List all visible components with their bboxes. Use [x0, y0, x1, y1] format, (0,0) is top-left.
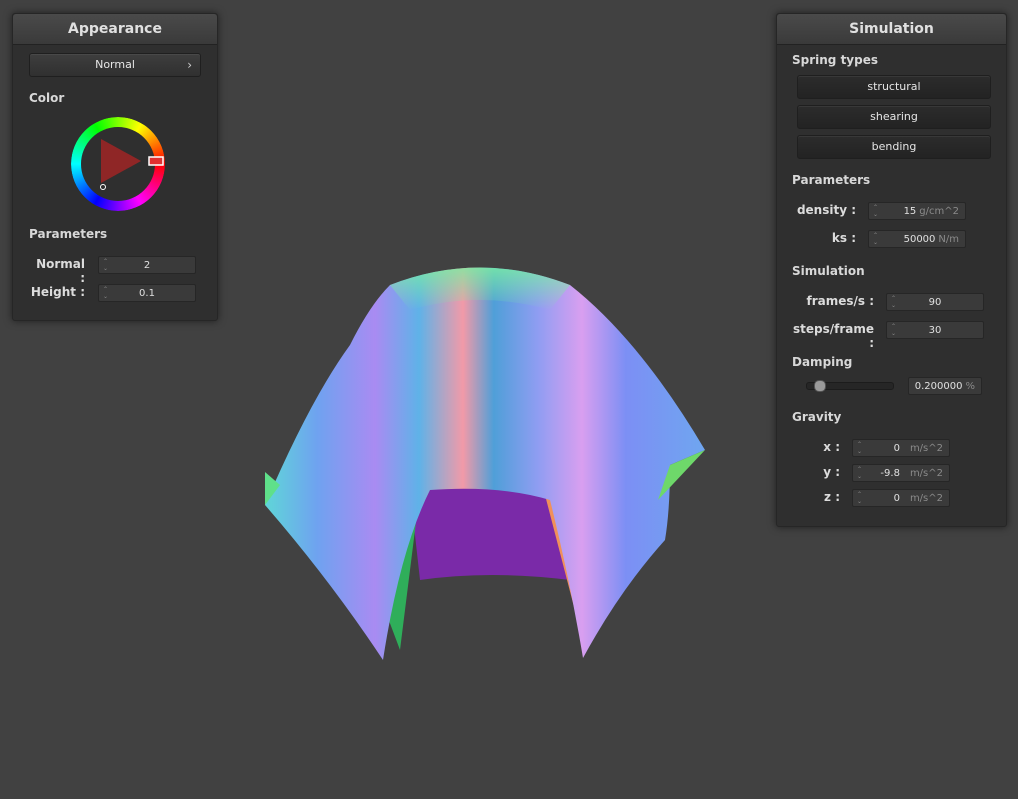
simulation-panel: Simulation Spring types structural shear…: [776, 13, 1007, 527]
density-input[interactable]: ⌃ ⌄ 15 g/cm^2: [868, 202, 966, 220]
steps-input[interactable]: ⌃ ⌄ 30: [886, 321, 984, 339]
ks-input[interactable]: ⌃ ⌄ 50000 N/m: [868, 230, 966, 248]
bending-button[interactable]: bending: [797, 135, 991, 159]
appearance-panel: Appearance Normal › Color Parameters Nor…: [12, 13, 218, 321]
sim-parameters-label: Parameters: [792, 173, 871, 187]
shader-select-value: Normal: [95, 58, 135, 71]
height-label: Height :: [30, 285, 85, 299]
damping-label: Damping: [792, 355, 853, 369]
hue-marker: [148, 156, 164, 166]
normal-label: Normal :: [36, 257, 85, 285]
appearance-title: Appearance: [13, 14, 217, 45]
cloth-viewport[interactable]: [250, 250, 720, 670]
spinner-icon: ⌃ ⌄: [873, 232, 879, 246]
spinner-icon: ⌃ ⌄: [857, 466, 863, 480]
damping-slider-knob[interactable]: [813, 380, 826, 392]
color-wheel[interactable]: [71, 117, 165, 211]
spinner-icon: ⌃ ⌄: [873, 204, 879, 218]
shearing-button[interactable]: shearing: [797, 105, 991, 129]
fps-label: frames/s :: [806, 294, 874, 308]
spinner-icon: ⌃ ⌄: [857, 441, 863, 455]
height-input[interactable]: ⌃ ⌄ 0.1: [98, 284, 196, 302]
gravity-y-input[interactable]: ⌃ ⌄ -9.8 m/s^2: [852, 464, 950, 482]
spinner-icon: ⌃ ⌄: [857, 491, 863, 505]
chevron-right-icon: ›: [187, 58, 192, 72]
simulation-section-label: Simulation: [792, 264, 865, 278]
gravity-z-label: z :: [824, 490, 840, 504]
ks-label: ks :: [831, 231, 856, 245]
gravity-label: Gravity: [792, 410, 842, 424]
cloth-mesh: [265, 267, 705, 660]
shader-select[interactable]: Normal ›: [29, 53, 201, 77]
simulation-title: Simulation: [777, 14, 1006, 45]
fps-input[interactable]: ⌃ ⌄ 90: [886, 293, 984, 311]
normal-input[interactable]: ⌃ ⌄ 2: [98, 256, 196, 274]
density-label: density :: [796, 203, 856, 217]
structural-button[interactable]: structural: [797, 75, 991, 99]
color-label: Color: [29, 91, 65, 105]
spring-types-label: Spring types: [792, 53, 879, 67]
appearance-parameters-label: Parameters: [29, 227, 108, 241]
gravity-y-label: y :: [823, 465, 840, 479]
gravity-x-label: x :: [823, 440, 840, 454]
steps-label: steps/frame :: [792, 322, 874, 350]
gravity-z-input[interactable]: ⌃ ⌄ 0 m/s^2: [852, 489, 950, 507]
damping-input[interactable]: 0.200000%: [908, 377, 982, 395]
gravity-x-input[interactable]: ⌃ ⌄ 0 m/s^2: [852, 439, 950, 457]
